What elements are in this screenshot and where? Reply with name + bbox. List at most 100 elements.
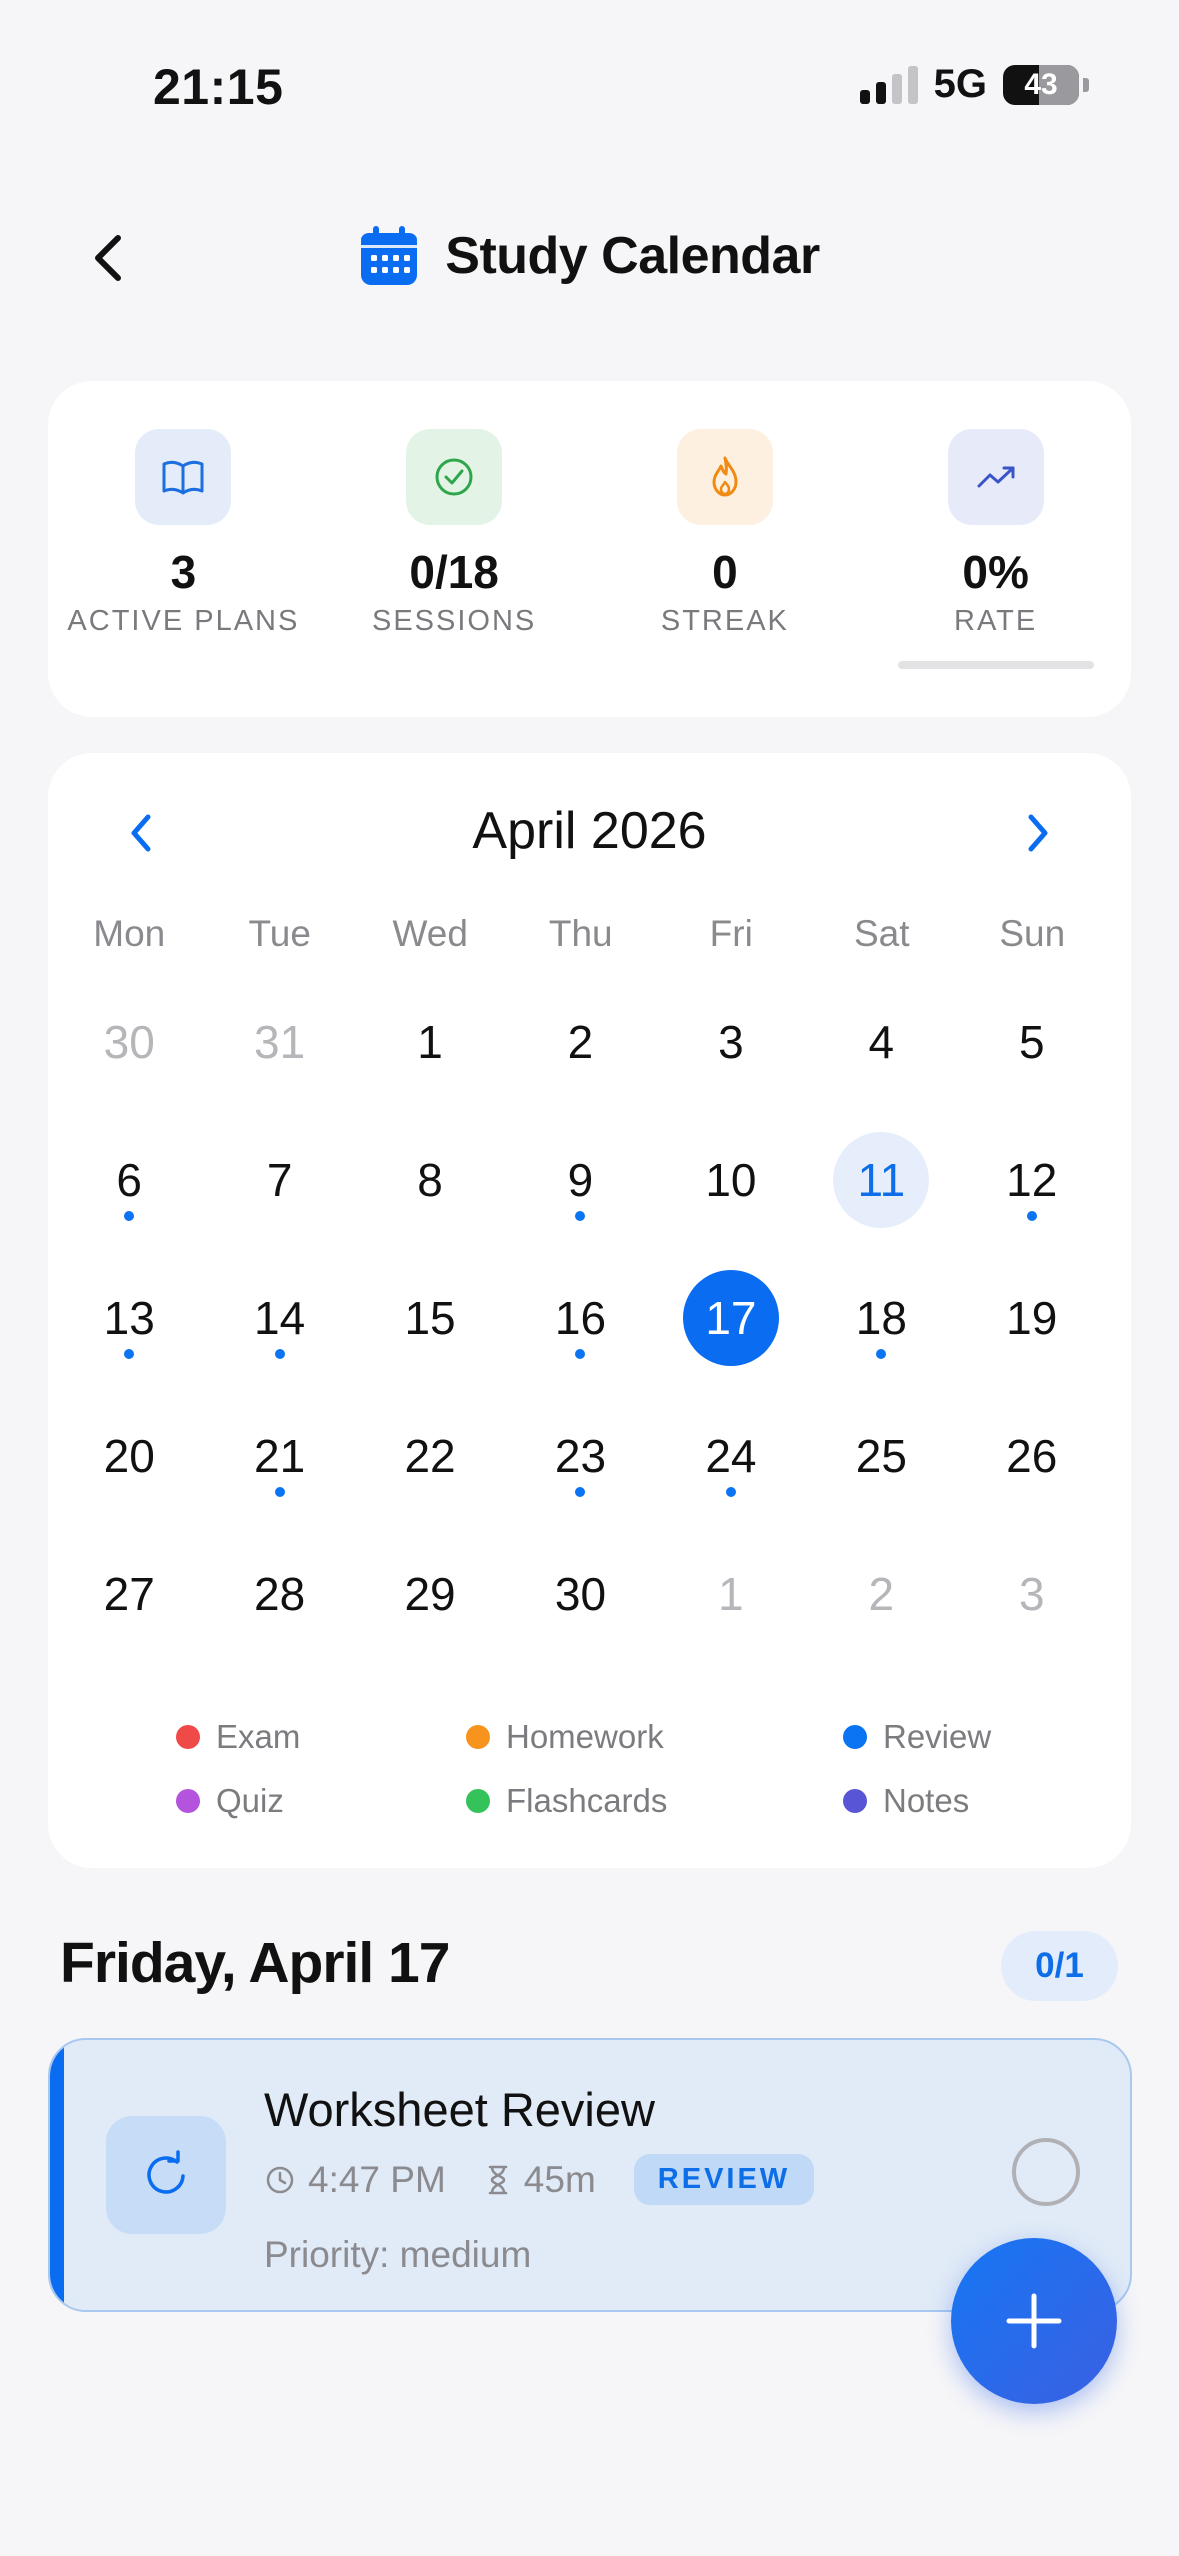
stat-label: RATE <box>954 605 1038 637</box>
session-priority: Priority: medium <box>264 2234 532 2275</box>
calendar-day[interactable]: 20 <box>54 1387 204 1525</box>
legend-dot <box>843 1725 867 1749</box>
legend-item-review: Review <box>843 1718 991 1756</box>
next-month-button[interactable] <box>1009 805 1065 861</box>
session-complete-toggle[interactable] <box>1012 2138 1080 2206</box>
calendar-day[interactable]: 3 <box>957 1525 1107 1663</box>
stat-label: STREAK <box>660 605 789 637</box>
plus-icon <box>1006 2293 1062 2349</box>
calendar-week-row: 13 14 15 16 17 18 19 <box>54 1249 1107 1387</box>
stat-value: 0 <box>712 546 738 598</box>
day-number: 30 <box>554 1568 607 1620</box>
calendar-week-row: 30 31 1 2 3 4 5 <box>54 973 1107 1111</box>
day-number: 28 <box>254 1568 306 1620</box>
calendar-day[interactable]: 12 <box>957 1111 1107 1249</box>
day-number: 11 <box>857 1154 906 1206</box>
calendar-day[interactable]: 15 <box>355 1249 505 1387</box>
event-dot <box>575 1211 586 1221</box>
stat-active-plans: 3 ACTIVE PLANS <box>48 381 319 717</box>
session-duration-text: 45m <box>523 2158 596 2200</box>
event-dot <box>725 1487 736 1497</box>
calendar-day[interactable]: 9 <box>505 1111 655 1249</box>
month-label: April 2026 <box>472 802 707 860</box>
stat-label: ACTIVE PLANS <box>67 605 300 637</box>
day-number: 14 <box>254 1292 306 1344</box>
day-number: 9 <box>567 1154 594 1206</box>
event-dot <box>575 1349 586 1359</box>
calendar-day[interactable]: 27 <box>54 1525 204 1663</box>
calendar-day[interactable]: 8 <box>355 1111 505 1249</box>
session-accent-bar <box>50 2040 64 2310</box>
calendar-day[interactable]: 14 <box>204 1249 354 1387</box>
event-dot <box>274 1349 285 1359</box>
calendar-day-today[interactable]: 11 <box>806 1111 956 1249</box>
calendar-day-selected[interactable]: 17 <box>656 1249 806 1387</box>
calendar-day[interactable]: 16 <box>505 1249 655 1387</box>
calendar-day[interactable]: 28 <box>204 1525 354 1663</box>
calendar-day[interactable]: 6 <box>54 1111 204 1249</box>
legend-dot <box>176 1725 200 1749</box>
day-number: 8 <box>417 1154 443 1206</box>
calendar-day[interactable]: 30 <box>54 973 204 1111</box>
calendar-week-row: 27 28 29 30 1 2 3 <box>54 1525 1107 1663</box>
calendar-day[interactable]: 1 <box>355 973 505 1111</box>
calendar-day[interactable]: 3 <box>656 973 806 1111</box>
calendar-day[interactable]: 25 <box>806 1387 956 1525</box>
calendar-day[interactable]: 23 <box>505 1387 655 1525</box>
calendar-day[interactable]: 31 <box>204 973 354 1111</box>
calendar-day[interactable]: 10 <box>656 1111 806 1249</box>
chevron-right-icon <box>1028 814 1048 852</box>
legend-label: Exam <box>216 1718 301 1755</box>
day-number: 24 <box>705 1430 757 1482</box>
legend-dot <box>176 1789 200 1813</box>
legend-item-notes: Notes <box>843 1782 969 1820</box>
legend-label: Notes <box>883 1782 970 1819</box>
weekday-label: Thu <box>548 913 613 954</box>
session-meta: 4:47 PM 45m REVIEW <box>264 2154 815 2205</box>
weekday-label: Tue <box>248 913 311 954</box>
calendar-icon <box>361 226 418 285</box>
calendar-day[interactable]: 5 <box>957 973 1107 1111</box>
hourglass-icon <box>488 2165 508 2194</box>
calendar-day[interactable]: 22 <box>355 1387 505 1525</box>
weekday-label: Fri <box>709 913 753 954</box>
weekday-label: Mon <box>93 913 166 954</box>
calendar-week-row: 6 7 8 9 10 11 12 <box>54 1111 1107 1249</box>
legend: Exam Homework Review Quiz Flashcards Not… <box>48 1705 1131 1833</box>
legend-item-exam: Exam <box>176 1718 466 1756</box>
calendar-day[interactable]: 2 <box>505 973 655 1111</box>
page-header: Study Calendar <box>0 225 1179 287</box>
day-number: 31 <box>254 1016 306 1068</box>
selected-day-title: Friday, April 17 <box>60 1931 450 1995</box>
legend-item-quiz: Quiz <box>176 1782 466 1820</box>
calendar-day[interactable]: 2 <box>806 1525 956 1663</box>
event-dot <box>124 1211 135 1221</box>
legend-item-homework: Homework <box>466 1718 843 1756</box>
battery-icon: 43 <box>1003 64 1079 105</box>
calendar-day[interactable]: 29 <box>355 1525 505 1663</box>
flame-icon <box>712 456 738 497</box>
event-dot <box>1026 1211 1037 1221</box>
calendar-day[interactable]: 30 <box>505 1525 655 1663</box>
stat-icon-box <box>406 429 503 525</box>
calendar-day[interactable]: 1 <box>656 1525 806 1663</box>
calendar-day[interactable]: 24 <box>656 1387 806 1525</box>
calendar-day[interactable]: 26 <box>957 1387 1107 1525</box>
book-icon <box>162 460 204 495</box>
session-icon-box <box>106 2116 226 2234</box>
battery-level: 43 <box>1024 67 1058 101</box>
legend-label: Flashcards <box>506 1782 668 1819</box>
calendar-day[interactable]: 4 <box>806 973 956 1111</box>
session-time: 4:47 PM <box>264 2159 446 2201</box>
stat-icon-box <box>135 429 232 525</box>
add-session-button[interactable] <box>951 2238 1117 2404</box>
calendar-day[interactable]: 21 <box>204 1387 354 1525</box>
stat-icon-box <box>947 429 1044 525</box>
calendar-day[interactable]: 7 <box>204 1111 354 1249</box>
calendar-day[interactable]: 13 <box>54 1249 204 1387</box>
calendar-day[interactable]: 19 <box>957 1249 1107 1387</box>
calendar-day[interactable]: 18 <box>806 1249 956 1387</box>
calendar-week-row: 20 21 22 23 24 25 26 <box>54 1387 1107 1525</box>
day-number: 6 <box>116 1154 142 1206</box>
stat-value: 0/18 <box>409 546 499 598</box>
